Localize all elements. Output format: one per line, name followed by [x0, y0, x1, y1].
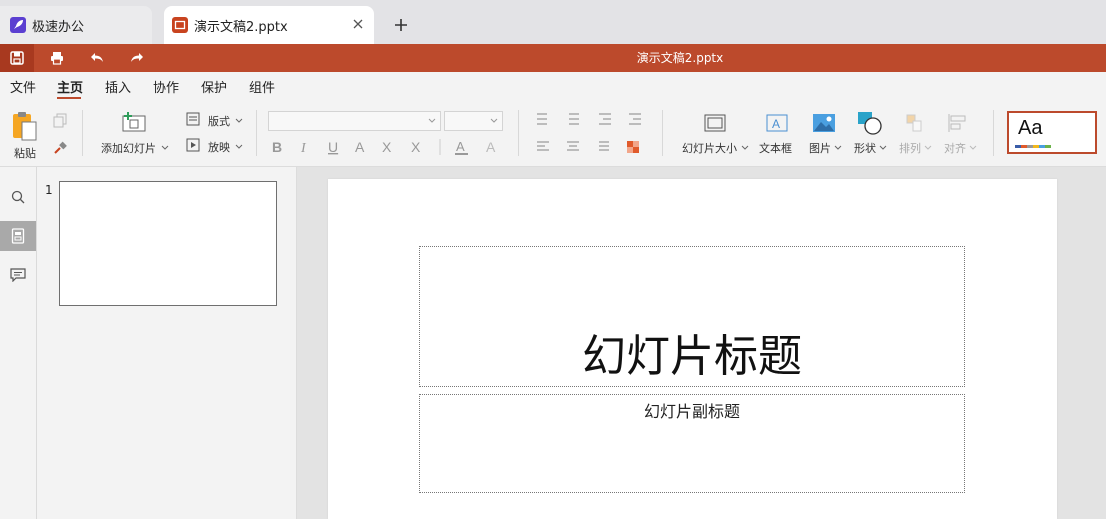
paragraph-format-icons[interactable] — [533, 110, 653, 158]
theme-preview-label: Aa — [1018, 117, 1043, 139]
title-placeholder[interactable]: 幻灯片标题 — [419, 246, 965, 387]
slides-panel-button[interactable] — [0, 221, 36, 251]
search-button[interactable] — [0, 182, 36, 212]
shape-button[interactable]: 形状 — [854, 140, 876, 156]
slide-subtitle-text: 幻灯片副标题 — [643, 402, 740, 421]
align-button[interactable]: 对齐 — [944, 140, 966, 156]
title-bar: 演示文稿2.pptx — [0, 44, 1106, 72]
active-menu-indicator — [57, 97, 81, 99]
slide-size-button[interactable]: 幻灯片大小 — [682, 140, 737, 156]
arrange-icon — [905, 113, 925, 133]
font-family-select[interactable] — [268, 111, 441, 131]
picture-button[interactable]: 图片 — [809, 140, 831, 156]
slide-canvas: 幻灯片标题 幻灯片副标题 — [297, 167, 1106, 519]
slide-title-text: 幻灯片标题 — [582, 331, 802, 382]
theme-preview[interactable]: Aa — [1007, 111, 1097, 154]
text-box-icon[interactable]: A — [766, 114, 788, 132]
save-icon — [10, 51, 24, 65]
align-icon — [947, 113, 969, 133]
ribbon-toolbar: 粘贴 添加幻灯片 版式 放映 B I U A X X A A 幻灯片大小 A 文… — [0, 100, 1106, 167]
svg-text:A: A — [772, 117, 780, 131]
chevron-down-icon — [161, 145, 169, 150]
chevron-down-icon — [235, 144, 243, 149]
redo-button[interactable] — [126, 48, 148, 68]
new-tab-button[interactable] — [392, 16, 410, 34]
presentation-icon — [172, 17, 188, 33]
slides-icon — [11, 228, 25, 244]
slideshow-button[interactable]: 放映 — [208, 139, 230, 155]
save-button[interactable] — [0, 44, 34, 72]
menu-home[interactable]: 主页 — [57, 77, 83, 96]
print-icon — [51, 52, 63, 65]
left-rail — [0, 167, 37, 519]
undo-icon — [91, 53, 103, 62]
tab-home-label: 极速办公 — [32, 19, 85, 35]
menu-bar: 文件 主页 插入 协作 保护 组件 — [0, 72, 1106, 100]
menu-protect[interactable]: 保护 — [201, 77, 227, 96]
thumbnail-number: 1 — [45, 183, 53, 197]
format-painter-icon[interactable] — [52, 140, 68, 156]
chevron-down-icon — [235, 118, 243, 123]
rocket-icon — [10, 17, 26, 33]
tab-strip: 极速办公 演示文稿2.pptx — [0, 0, 1106, 44]
svg-text:I: I — [300, 141, 307, 156]
tab-home[interactable]: 极速办公 — [0, 6, 152, 44]
svg-text:A: A — [486, 139, 496, 155]
picture-icon[interactable] — [812, 113, 836, 133]
copy-icon[interactable] — [52, 112, 68, 128]
add-slide-button[interactable]: 添加幻灯片 — [101, 140, 156, 156]
add-slide-icon[interactable] — [122, 112, 146, 132]
tab-document-label: 演示文稿2.pptx — [194, 19, 288, 35]
svg-text:U: U — [328, 139, 338, 155]
svg-text:X: X — [382, 139, 392, 155]
slide-size-icon[interactable] — [704, 114, 726, 132]
shape-icon[interactable] — [857, 111, 883, 135]
slide[interactable]: 幻灯片标题 幻灯片副标题 — [328, 179, 1057, 519]
slide-thumbnail[interactable] — [59, 181, 277, 306]
paste-label[interactable]: 粘贴 — [14, 145, 36, 161]
tab-document[interactable]: 演示文稿2.pptx — [164, 6, 374, 44]
font-size-select[interactable] — [444, 111, 503, 131]
layout-icon[interactable] — [186, 112, 200, 126]
menu-collaborate[interactable]: 协作 — [153, 77, 179, 96]
paste-icon[interactable] — [10, 110, 40, 142]
comment-icon — [10, 268, 26, 282]
arrange-button[interactable]: 排列 — [899, 140, 921, 156]
svg-text:X: X — [411, 139, 421, 155]
undo-button[interactable] — [86, 48, 108, 68]
subtitle-placeholder[interactable]: 幻灯片副标题 — [419, 394, 965, 493]
menu-file[interactable]: 文件 — [10, 77, 36, 96]
svg-text:B: B — [272, 139, 282, 155]
redo-icon — [131, 53, 143, 62]
play-icon[interactable] — [186, 138, 200, 152]
svg-text:A: A — [456, 139, 465, 154]
close-icon[interactable] — [350, 16, 366, 32]
text-box-button[interactable]: 文本框 — [759, 140, 792, 156]
search-icon — [11, 190, 25, 204]
theme-color-bar — [1015, 145, 1051, 148]
svg-text:A: A — [355, 139, 365, 155]
comments-button[interactable] — [0, 260, 36, 290]
menu-insert[interactable]: 插入 — [105, 77, 131, 96]
print-button[interactable] — [46, 48, 68, 68]
document-title: 演示文稿2.pptx — [636, 51, 724, 65]
slide-thumbnail-pane: 1 — [37, 167, 297, 519]
menu-plugins[interactable]: 组件 — [249, 77, 275, 96]
text-format-icons[interactable]: B I U A X X A A — [268, 138, 504, 156]
layout-button[interactable]: 版式 — [208, 113, 230, 129]
